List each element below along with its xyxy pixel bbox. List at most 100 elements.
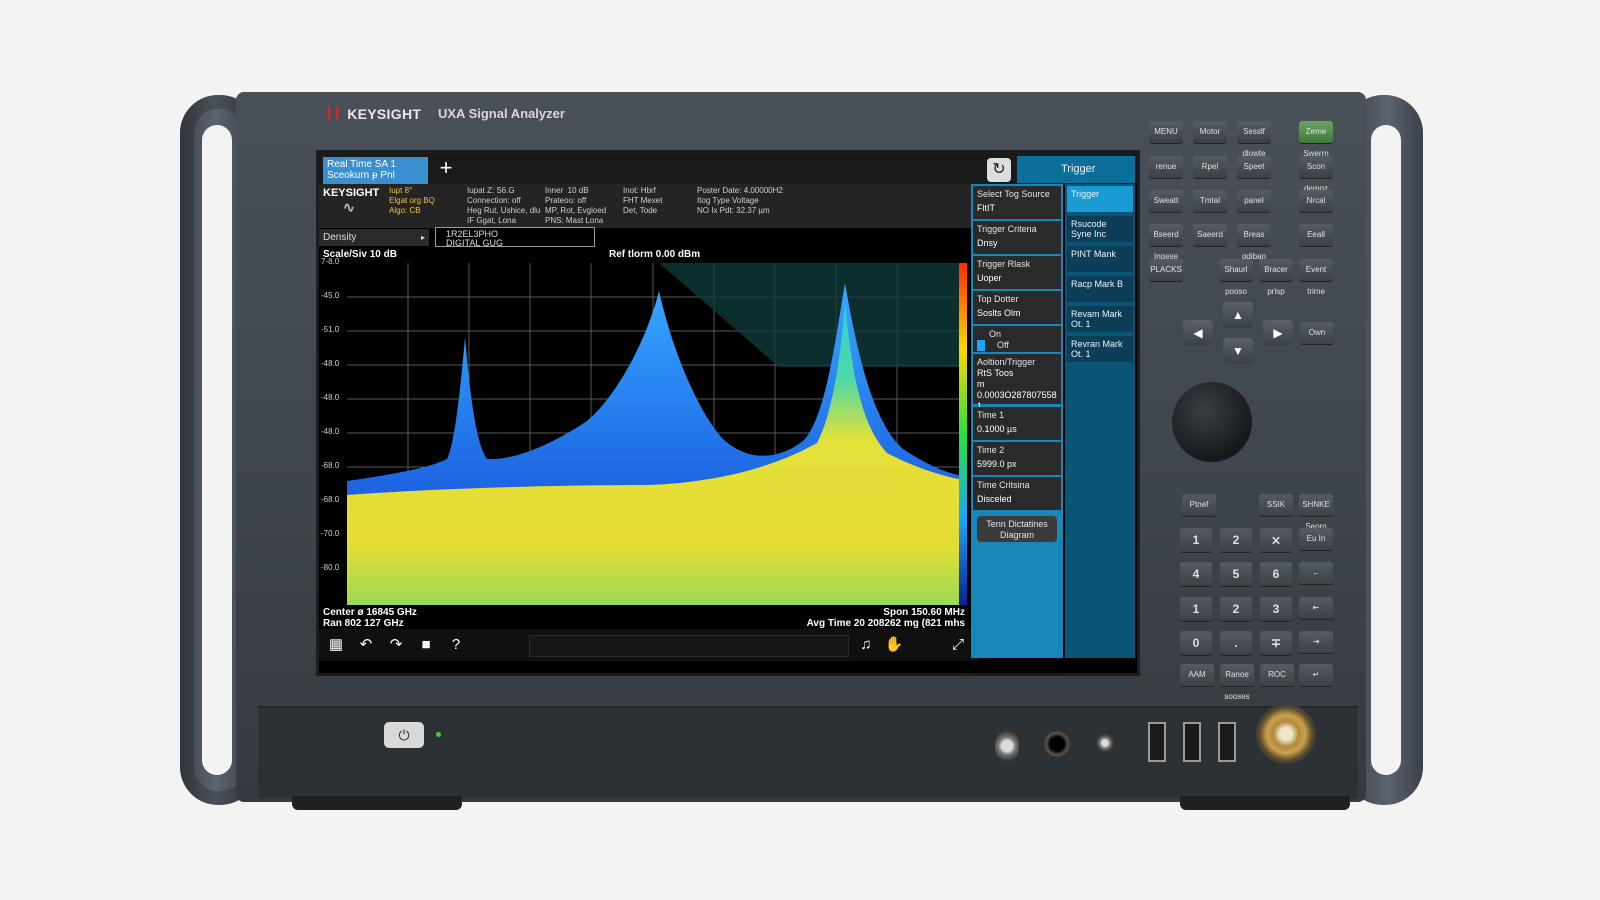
menu-time-1[interactable]: Time 1 0.1000 µs: [973, 407, 1061, 440]
aux-connector[interactable]: [1043, 730, 1071, 758]
usb-port-1[interactable]: [1148, 722, 1166, 762]
command-line-input[interactable]: [529, 635, 849, 657]
menu-time-2[interactable]: Time 2 5999.0 px: [973, 442, 1061, 475]
headphone-jack[interactable]: [1096, 734, 1114, 752]
key-menu[interactable]: MENU: [1149, 121, 1183, 143]
key-nrcal[interactable]: Nrcal: [1299, 190, 1333, 212]
key-shaurl[interactable]: Shaurl pooso: [1219, 259, 1253, 296]
screen-logo: KEYSIGHT ∿: [323, 187, 387, 225]
key-ptnef[interactable]: Ptnef: [1182, 494, 1216, 516]
arrow-left-key[interactable]: ◀: [1183, 320, 1213, 346]
menu-label: Trigger Critena: [977, 224, 1037, 234]
folder-icon[interactable]: ■: [413, 633, 439, 657]
bnc-connector[interactable]: [995, 728, 1019, 764]
key-3[interactable]: 3: [1260, 597, 1292, 621]
key-roc[interactable]: ROC: [1260, 664, 1294, 686]
softkey-revam-mark[interactable]: Revam Mark Ot. 1: [1067, 306, 1133, 332]
menu-on-off-toggle[interactable]: On Off: [973, 326, 1061, 352]
key-zoom[interactable]: Zeme Swerrn: [1299, 121, 1333, 158]
add-tab-button[interactable]: +: [435, 157, 457, 181]
key-aam[interactable]: AAM: [1180, 664, 1214, 686]
key-motor[interactable]: Motor: [1193, 121, 1227, 143]
rotary-knob[interactable]: [1172, 382, 1252, 462]
menu-label: Select Tog Source: [977, 189, 1050, 199]
usb-port-3[interactable]: [1218, 722, 1236, 762]
key-scon[interactable]: Scon demoz: [1299, 156, 1333, 193]
enter-icon[interactable]: ↵: [1299, 664, 1333, 686]
key-ranoe[interactable]: Ranoe sooses: [1220, 664, 1254, 701]
menu-title-trigger[interactable]: Trigger: [1017, 156, 1135, 183]
tab-bar: Real Time SA 1 Sceokurn ᵽ Pnl + ↻ Trigge…: [319, 153, 1137, 184]
help-icon[interactable]: ?: [443, 633, 469, 657]
key-exp[interactable]: ⨯: [1260, 528, 1292, 552]
key-1[interactable]: 1: [1180, 528, 1212, 552]
undo-icon[interactable]: ↶: [353, 633, 379, 657]
power-button[interactable]: ⏻: [384, 722, 424, 748]
refresh-icon[interactable]: ↻: [987, 158, 1011, 182]
key-sweatt[interactable]: Sweatt: [1149, 190, 1183, 212]
key-0[interactable]: 0: [1180, 631, 1212, 655]
key-rpel[interactable]: Rpel: [1193, 156, 1227, 178]
key-bseerd[interactable]: Bseerd Ingese: [1149, 224, 1183, 261]
menu-value: FltIT: [977, 203, 995, 213]
key-eeall[interactable]: Eeall: [1299, 224, 1333, 246]
softkey-revran-mark[interactable]: Revran Mark Ot. 1: [1067, 336, 1133, 362]
key-placks[interactable]: PLACKS: [1149, 259, 1183, 281]
key-4[interactable]: 4: [1180, 562, 1212, 586]
density-spectrum-plot[interactable]: [347, 263, 959, 605]
arrow-right-key[interactable]: ▶: [1263, 320, 1293, 346]
key-dot[interactable]: .: [1220, 631, 1252, 655]
grid-icon[interactable]: ▦: [323, 633, 349, 657]
key-2[interactable]: 2: [1220, 528, 1252, 552]
key-breas[interactable]: Breas gdiban: [1237, 224, 1271, 261]
key-bracer[interactable]: Bracer prisp: [1259, 259, 1293, 296]
key-self[interactable]: Sesslf dlowte: [1237, 121, 1271, 158]
y-tick-label: -45.0: [321, 291, 340, 300]
backspace-icon[interactable]: ←: [1299, 562, 1333, 584]
key-6[interactable]: 6: [1260, 562, 1292, 586]
softkey-rsucode[interactable]: Rsucode Syne Inc: [1067, 216, 1133, 242]
tab-forward-icon[interactable]: ⇥: [1299, 631, 1333, 653]
menu-action-trigger[interactable]: Aoltion/Trigger RtS Toos m 0.0003O28780755…: [973, 354, 1061, 411]
menu-trigger-criteria[interactable]: Trigger Critena Dnsy: [973, 221, 1061, 254]
arrow-up-key[interactable]: ▲: [1223, 302, 1253, 328]
usb-port-2[interactable]: [1183, 722, 1201, 762]
diagram-button[interactable]: Tenn Dictatines Diagram: [977, 516, 1057, 542]
measurement-info-bar: KEYSIGHT ∿ Iupt 8° Elgat org BQ Algo: CB Iu…: [319, 184, 979, 228]
key-renue[interactable]: renue: [1149, 156, 1183, 178]
foot-left: [292, 796, 462, 810]
softkey-trigger[interactable]: Trigger: [1067, 186, 1133, 212]
tab-real-time-sa[interactable]: Real Time SA 1 Sceokurn ᵽ Pnl: [323, 157, 428, 184]
menu-trigger-mask[interactable]: Trigger Rlask Uoper: [973, 256, 1061, 289]
key-tmtal[interactable]: Tmtal: [1193, 190, 1227, 212]
key-shnke[interactable]: SHNKE Seorn: [1299, 494, 1333, 531]
menu-value: Disceled: [977, 494, 1012, 504]
key-event[interactable]: Event trime: [1299, 259, 1333, 296]
key-ssik[interactable]: SSIK: [1259, 494, 1293, 516]
key-sign[interactable]: ∓: [1260, 631, 1292, 655]
softkey-racp-mark[interactable]: Racp Mark B: [1067, 276, 1133, 302]
key-panel[interactable]: panel: [1237, 190, 1271, 212]
key-5[interactable]: 5: [1220, 562, 1252, 586]
softkey-pint-mank[interactable]: PINT Mank: [1067, 246, 1133, 272]
redo-icon[interactable]: ↷: [383, 633, 409, 657]
tab-back-icon[interactable]: ⇤: [1299, 597, 1333, 619]
menu-time-criteria[interactable]: Time Critsina Disceled: [973, 477, 1061, 510]
touch-icon[interactable]: ✋: [881, 633, 907, 657]
key-2b[interactable]: 2: [1220, 597, 1252, 621]
menu-select-source[interactable]: Select Tog Source FltIT: [973, 186, 1061, 219]
arrow-down-key[interactable]: ▼: [1223, 338, 1253, 364]
info-line: NO Ix Pdt: 32.37 µm: [697, 206, 770, 215]
fullscreen-icon[interactable]: ⤢: [945, 633, 971, 657]
key-saeerd[interactable]: Saeerd: [1193, 224, 1227, 246]
marker-icon[interactable]: ♫: [853, 633, 879, 657]
density-dropdown[interactable]: Density ▸: [319, 229, 429, 246]
key-own[interactable]: Own: [1300, 322, 1334, 344]
info-line: Itog Type Voltage: [697, 196, 759, 205]
key-speet[interactable]: Speet: [1237, 156, 1271, 178]
menu-label: Top Dotter: [977, 294, 1019, 304]
key-1b[interactable]: 1: [1180, 597, 1212, 621]
rf-input-connector[interactable]: [1256, 704, 1316, 764]
key-eu-in[interactable]: Eu In: [1299, 528, 1333, 550]
menu-top-dotter[interactable]: Top Dotter Soslts Olm: [973, 291, 1061, 324]
